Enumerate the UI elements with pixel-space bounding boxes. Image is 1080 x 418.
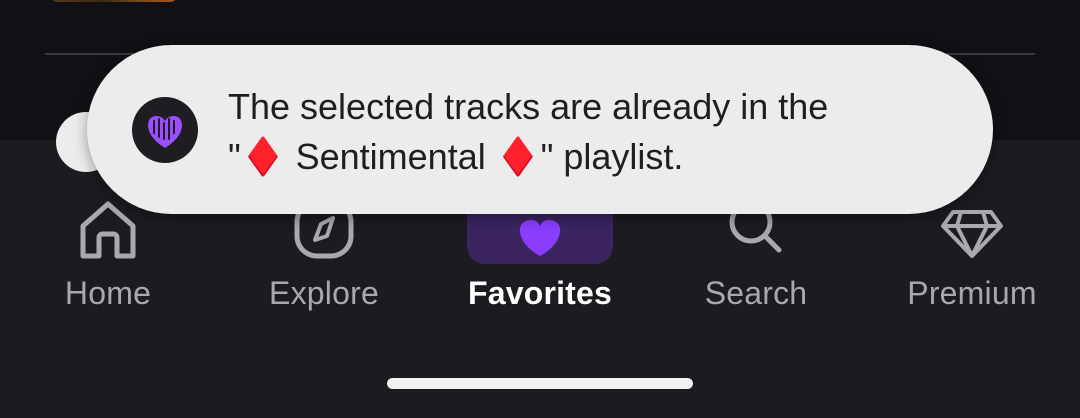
heart-wave-icon <box>132 97 198 163</box>
home-indicator[interactable] <box>387 378 693 389</box>
nav-label-explore: Explore <box>269 275 379 311</box>
playlist-name: Sentimental <box>285 136 496 177</box>
toast-line-1: The selected tracks are already in the <box>228 86 829 127</box>
toast-tail: " playlist. <box>540 136 684 177</box>
nav-label-premium: Premium <box>907 275 1037 311</box>
quote-open: " <box>228 136 241 177</box>
nav-label-home: Home <box>64 275 152 311</box>
toast-notification: The selected tracks are already in the "… <box>87 45 993 214</box>
red-diamond-icon: ♦️ <box>240 136 286 177</box>
red-diamond-icon: ♦️ <box>495 136 541 177</box>
toast-message: The selected tracks are already in the "… <box>228 82 968 182</box>
album-thumbnail[interactable] <box>50 0 178 2</box>
nav-label-search: Search <box>704 275 808 311</box>
nav-label-favorites: Favorites <box>467 275 613 311</box>
